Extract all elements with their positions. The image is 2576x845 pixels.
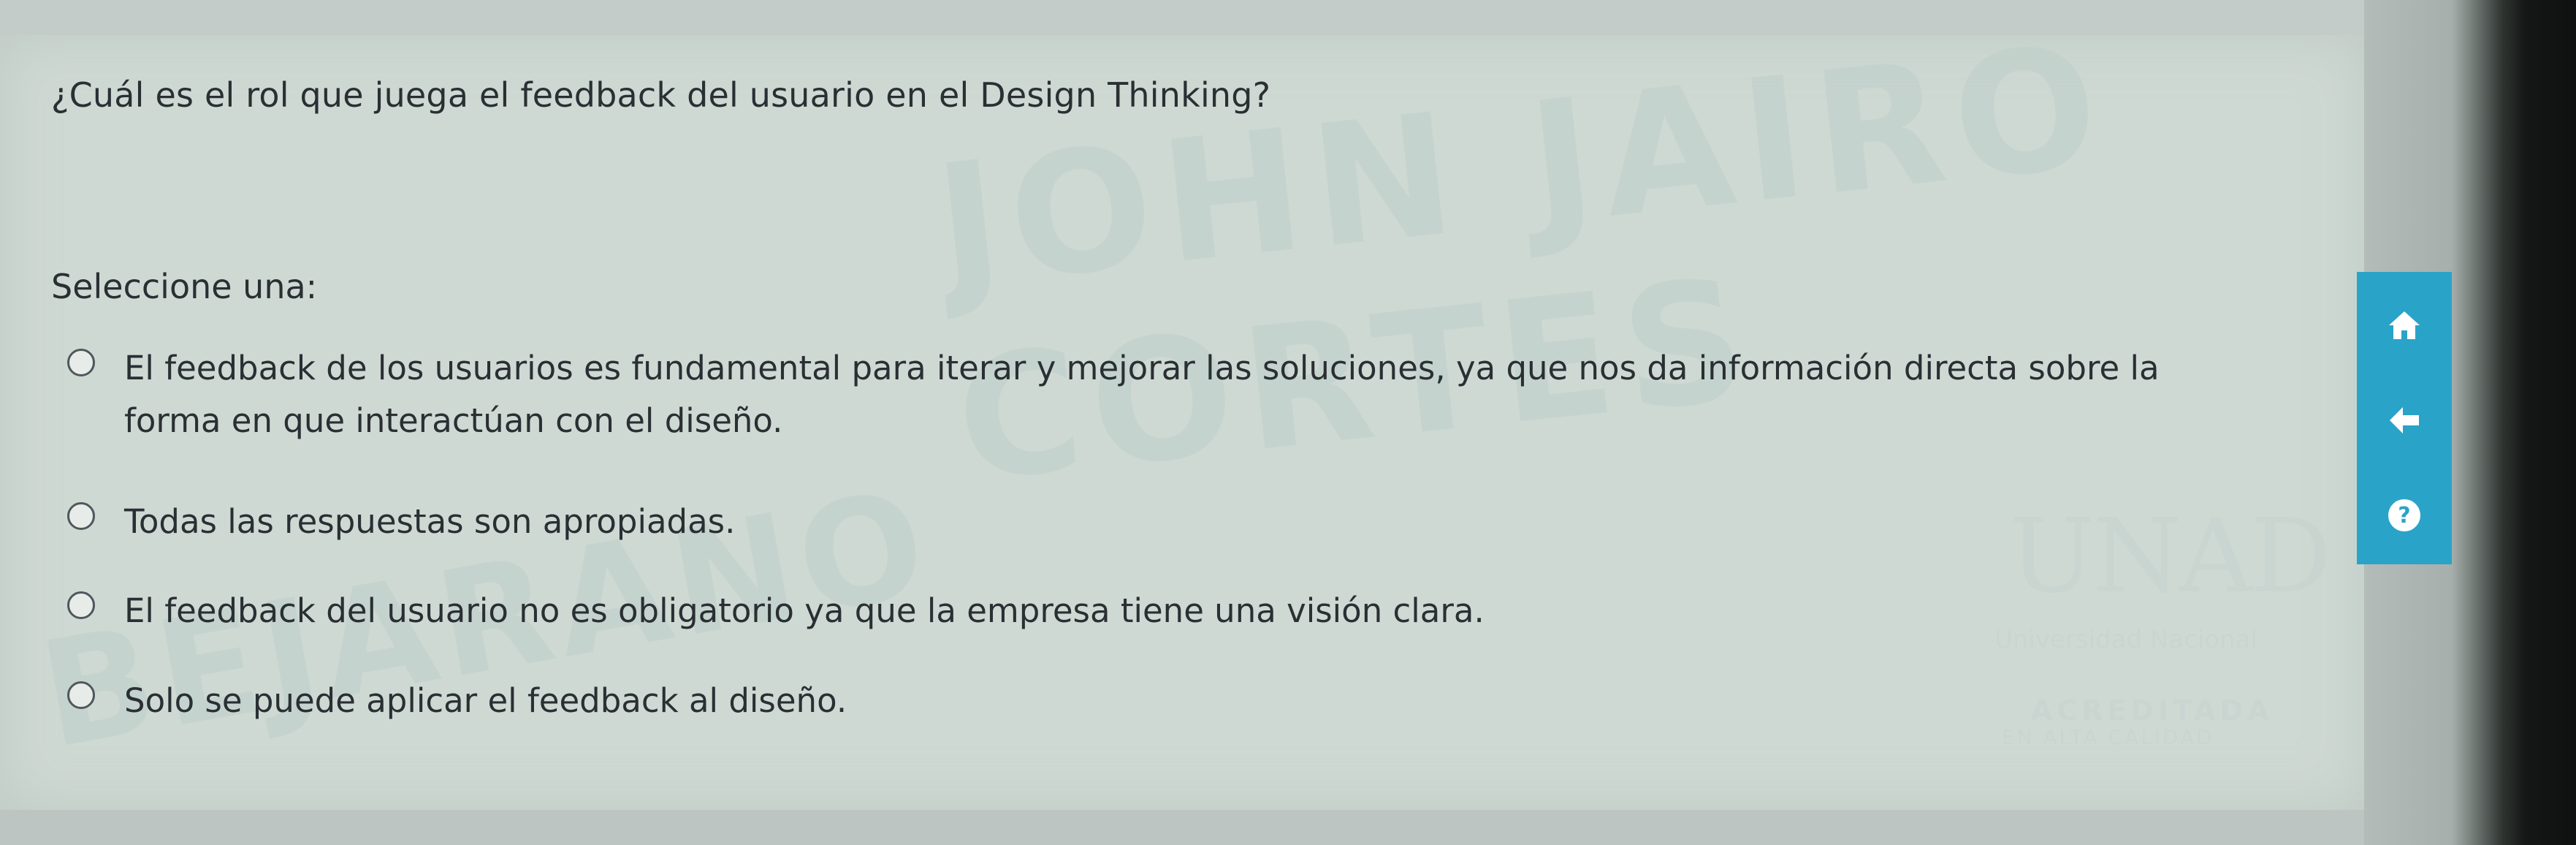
question-text: ¿Cuál es el rol que juega el feedback de… <box>51 75 1271 115</box>
radio-button[interactable] <box>67 502 95 530</box>
back-arrow-icon <box>2390 407 2419 433</box>
home-icon <box>2389 311 2420 339</box>
bottom-edge <box>0 810 2364 845</box>
answer-option-4[interactable]: Solo se puede aplicar el feedback al dis… <box>67 675 2259 727</box>
answer-option-3[interactable]: El feedback del usuario no es obligatori… <box>67 585 2259 637</box>
answer-option-2[interactable]: Todas las respuestas son apropiadas. <box>67 496 2259 548</box>
radio-button[interactable] <box>67 681 95 709</box>
top-strip <box>0 0 2364 35</box>
side-nav: ? <box>2357 272 2452 564</box>
select-prompt: Seleccione una: <box>51 267 318 306</box>
option-label: Todas las respuestas son apropiadas. <box>124 502 736 541</box>
radio-button[interactable] <box>67 591 95 619</box>
option-label: Solo se puede aplicar el feedback al dis… <box>124 681 847 720</box>
option-label: El feedback del usuario no es obligatori… <box>124 591 1485 630</box>
help-button[interactable]: ? <box>2357 475 2452 556</box>
svg-text:?: ? <box>2398 503 2410 528</box>
radio-button[interactable] <box>67 349 95 376</box>
back-button[interactable] <box>2357 380 2452 461</box>
home-button[interactable] <box>2357 285 2452 365</box>
answer-option-1[interactable]: El feedback de los usuarios es fundament… <box>67 342 2259 447</box>
option-label: El feedback de los usuarios es fundament… <box>124 349 2160 440</box>
help-icon: ? <box>2388 499 2420 531</box>
